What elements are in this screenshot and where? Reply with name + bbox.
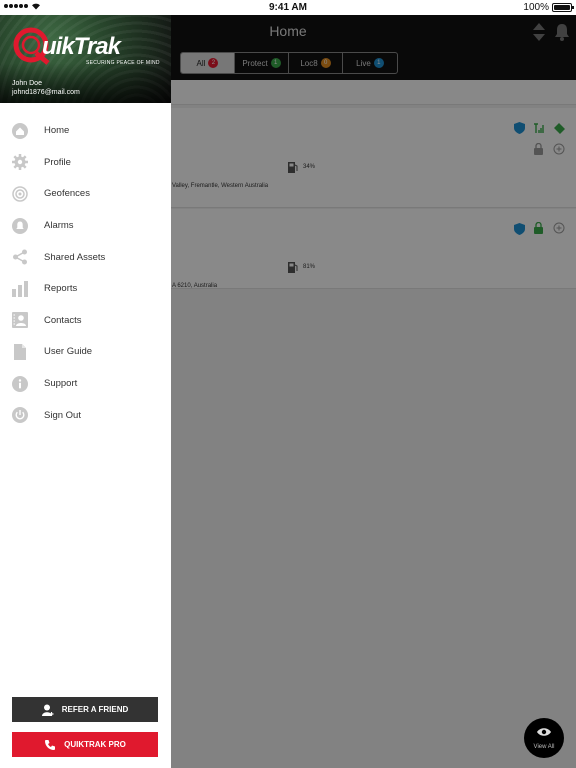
contacts-icon — [12, 312, 28, 329]
home-icon — [12, 122, 28, 139]
battery-percent: 100% — [523, 2, 549, 13]
battery-icon — [552, 3, 574, 12]
menu-label: Contacts — [44, 314, 82, 326]
drawer-header: uikTrak SECURING PEACE OF MIND John Doe … — [0, 15, 171, 103]
menu-item-contacts[interactable]: Contacts — [0, 305, 171, 337]
document-icon — [12, 343, 28, 360]
logo-wordmark: uikTrak — [42, 33, 121, 60]
bar-chart-icon — [12, 280, 28, 297]
drawer-menu: Home Profile Geofences Alarms Shared Ass… — [0, 115, 171, 431]
view-all-button[interactable]: View All — [524, 718, 564, 758]
status-bar: 9:41 AM 100% — [0, 0, 576, 15]
menu-item-profile[interactable]: Profile — [0, 147, 171, 179]
menu-item-user-guide[interactable]: User Guide — [0, 336, 171, 368]
menu-item-alarms[interactable]: Alarms — [0, 210, 171, 242]
share-icon — [12, 249, 28, 265]
view-all-label: View All — [533, 744, 555, 750]
side-drawer: uikTrak SECURING PEACE OF MIND John Doe … — [0, 15, 171, 768]
logo-tagline: SECURING PEACE OF MIND — [86, 60, 160, 66]
menu-item-shared-assets[interactable]: Shared Assets — [0, 241, 171, 273]
menu-item-reports[interactable]: Reports — [0, 273, 171, 305]
quiktrak-logo: uikTrak SECURING PEACE OF MIND — [12, 27, 162, 67]
battery-fill — [554, 5, 570, 10]
menu-item-sign-out[interactable]: Sign Out — [0, 399, 171, 431]
eye-icon — [537, 728, 551, 736]
geofence-icon — [12, 186, 28, 202]
phone-icon — [45, 739, 56, 750]
menu-label: Home — [44, 125, 70, 137]
gear-icon — [12, 154, 28, 171]
add-user-icon — [41, 704, 54, 716]
menu-label: Alarms — [44, 220, 74, 232]
menu-label: Support — [44, 378, 78, 390]
menu-label: Shared Assets — [44, 251, 106, 263]
quiktrak-pro-button[interactable]: QUIKTRAK PRO — [12, 732, 158, 757]
bell-icon — [12, 217, 28, 234]
refer-a-friend-button[interactable]: REFER A FRIEND — [12, 697, 158, 722]
user-email: johnd1876@mail.com — [12, 89, 80, 96]
status-time: 9:41 AM — [269, 2, 307, 13]
menu-item-support[interactable]: Support — [0, 368, 171, 400]
menu-label: Profile — [44, 156, 71, 168]
menu-item-geofences[interactable]: Geofences — [0, 178, 171, 210]
menu-label: Geofences — [44, 188, 90, 200]
menu-label: User Guide — [44, 346, 93, 358]
menu-label: Sign Out — [44, 409, 81, 421]
pro-label: QUIKTRAK PRO — [64, 740, 126, 749]
refer-label: REFER A FRIEND — [61, 705, 129, 714]
user-name: John Doe — [12, 80, 42, 87]
power-icon — [12, 407, 28, 424]
menu-item-home[interactable]: Home — [0, 115, 171, 147]
info-icon — [12, 375, 28, 392]
menu-label: Reports — [44, 283, 78, 295]
